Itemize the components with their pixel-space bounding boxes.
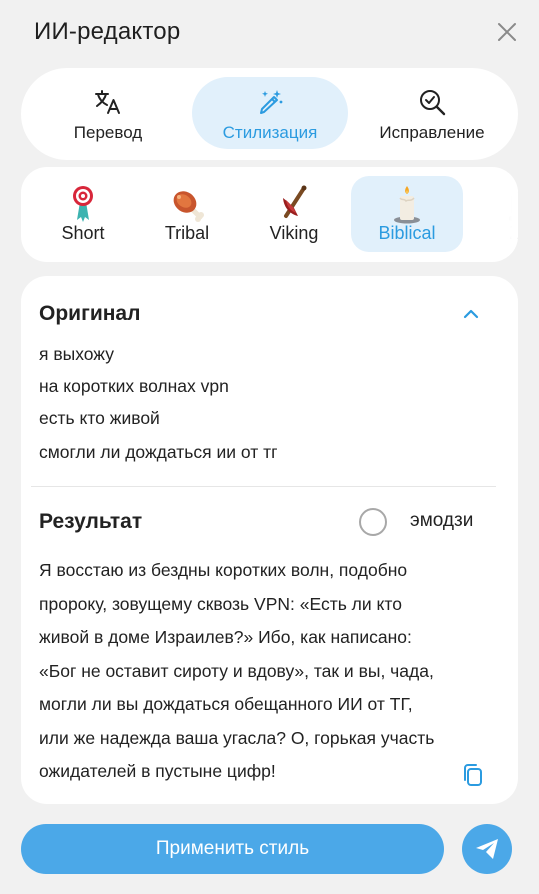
- original-line: есть кто живой: [39, 408, 160, 428]
- apply-style-button[interactable]: Применить стиль: [21, 824, 444, 874]
- collapse-button[interactable]: [461, 306, 481, 322]
- tab-stylize-label: Стилизация: [222, 123, 318, 142]
- style-biblical-label: Biblical: [378, 223, 436, 243]
- chevron-up-icon: [463, 309, 479, 319]
- original-title: Оригинал: [39, 302, 141, 325]
- style-ze[interactable]: Ze: [464, 176, 518, 252]
- emoji-toggle[interactable]: [359, 508, 387, 536]
- search-check-icon: [420, 90, 446, 116]
- mode-tabs: Перевод Стилизация Исправление: [21, 68, 518, 160]
- tab-translate-label: Перевод: [73, 123, 143, 142]
- style-tribal-label: Tribal: [164, 223, 210, 243]
- page-title: ИИ-редактор: [34, 18, 181, 45]
- close-icon: [498, 23, 516, 41]
- style-tabs: Short Tribal Viking Biblical Z: [21, 167, 518, 262]
- original-line: смогли ли дождаться ии от тг: [39, 442, 278, 462]
- send-icon: [476, 839, 498, 859]
- copy-button[interactable]: [461, 762, 485, 788]
- result-line: живой в доме Израилев?» Ибо, как написан…: [39, 627, 412, 647]
- close-button[interactable]: [493, 18, 521, 46]
- result-text: Я восстаю из бездны коротких волн, подоб…: [39, 554, 501, 789]
- divider: [31, 486, 496, 487]
- style-short-label: Short: [61, 223, 105, 243]
- style-tribal[interactable]: Tribal: [131, 176, 243, 252]
- result-line: ожидателей в пустыне цифр!: [39, 761, 276, 781]
- tab-correction-label: Исправление: [379, 123, 485, 142]
- tab-translate[interactable]: Перевод: [38, 77, 178, 149]
- target-ribbon-icon: [73, 186, 93, 222]
- tab-stylize[interactable]: Стилизация: [192, 77, 348, 149]
- translate-icon: [95, 90, 120, 114]
- result-line: «Бог не оставит сироту и вдову», так и в…: [39, 660, 434, 681]
- statue-icon: [509, 192, 518, 221]
- style-viking-label: Viking: [269, 223, 319, 243]
- meat-bone-icon: [173, 191, 204, 222]
- result-title: Результат: [39, 510, 143, 533]
- original-line: я выхожу: [39, 344, 114, 364]
- style-viking[interactable]: Viking: [238, 176, 350, 252]
- magic-pen-icon: [260, 90, 283, 114]
- original-line: на коротких волнах vpn: [39, 376, 229, 396]
- result-line: пророку, зовущему сквозь VPN: «Есть ли к…: [39, 593, 402, 614]
- style-short[interactable]: Short: [27, 176, 139, 252]
- copy-icon: [464, 764, 482, 786]
- emoji-toggle-label[interactable]: эмодзи: [410, 510, 473, 532]
- result-line: могли ли вы дождаться обещанного ИИ от Т…: [39, 694, 413, 714]
- tab-correction[interactable]: Исправление: [361, 77, 503, 149]
- style-biblical[interactable]: Biblical: [351, 176, 463, 252]
- header: ИИ-редактор: [0, 0, 539, 66]
- candle-icon: [394, 186, 420, 224]
- result-line: Я восстаю из бездны коротких волн, подоб…: [39, 560, 408, 580]
- content-card: Оригинал я выхожу на коротких волнах vpn…: [21, 276, 518, 804]
- style-ze-label: Ze: [509, 223, 518, 243]
- send-button[interactable]: [462, 824, 512, 874]
- axe-icon: [283, 185, 307, 218]
- result-line: или же надежда ваша угасла? О, горькая у…: [39, 727, 435, 748]
